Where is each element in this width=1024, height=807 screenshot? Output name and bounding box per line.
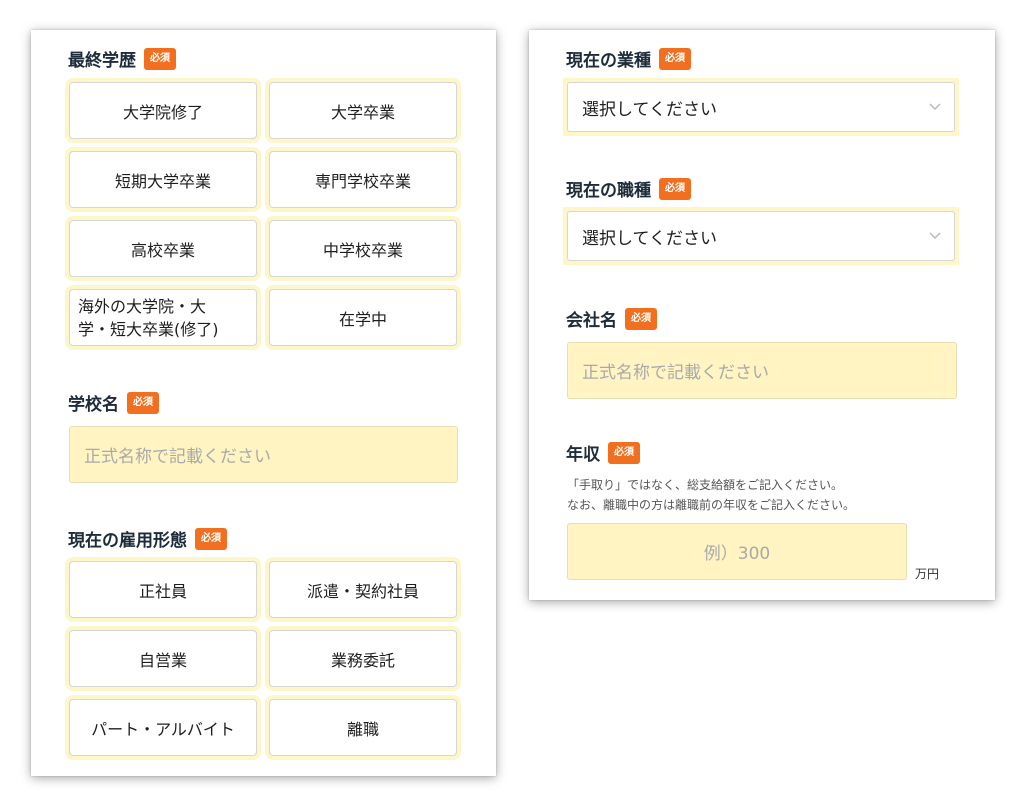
occupation-select[interactable]: 選択してください [567, 211, 955, 261]
education-option-university[interactable]: 大学卒業 [269, 82, 457, 139]
income-unit-label: 万円 [915, 567, 940, 581]
income-note-line2: なお、離職中の方は離職前の年収をご記入ください。 [567, 498, 856, 512]
education-option-overseas[interactable]: 海外の大学院・大 学・短大卒業(修了) [69, 289, 257, 346]
education-option-enrolled[interactable]: 在学中 [269, 289, 457, 346]
education-option-vocational-school[interactable]: 専門学校卒業 [269, 151, 457, 208]
employment-label: 現在の雇用形態 [68, 531, 187, 551]
income-label-row: 年収 必須 [566, 440, 640, 465]
industry-label: 現在の業種 [566, 51, 651, 71]
industry-label-row: 現在の業種 必須 [566, 46, 691, 71]
required-badge: 必須 [195, 527, 227, 550]
industry-select-wrapper: 選択してください [563, 78, 959, 136]
employment-option-part-time[interactable]: パート・アルバイト [69, 699, 257, 756]
education-option-junior-college[interactable]: 短期大学卒業 [69, 151, 257, 208]
required-badge: 必須 [127, 391, 159, 414]
required-badge: 必須 [608, 441, 640, 464]
education-label-row: 最終学歴 必須 [68, 46, 176, 71]
education-option-high-school[interactable]: 高校卒業 [69, 220, 257, 277]
industry-select-value: 選択してください [582, 99, 717, 120]
employment-label-row: 現在の雇用形態 必須 [68, 526, 227, 551]
company-label-row: 会社名 必須 [566, 306, 657, 331]
employment-option-unemployed[interactable]: 離職 [269, 699, 457, 756]
occupation-select-value: 選択してください [582, 228, 717, 249]
employment-option-contract[interactable]: 派遣・契約社員 [269, 561, 457, 618]
employment-option-self-employed[interactable]: 自営業 [69, 630, 257, 687]
employment-option-freelance[interactable]: 業務委託 [269, 630, 457, 687]
required-badge: 必須 [625, 307, 657, 330]
left-form-panel: 最終学歴 必須 大学院修了 大学卒業 短期大学卒業 専門学校卒業 高校卒業 中学… [31, 30, 496, 776]
required-badge: 必須 [659, 177, 691, 200]
occupation-label: 現在の職種 [566, 181, 651, 201]
education-label: 最終学歴 [68, 51, 136, 71]
occupation-label-row: 現在の職種 必須 [566, 176, 691, 201]
company-label: 会社名 [566, 311, 617, 331]
chevron-down-icon [928, 229, 942, 243]
required-badge: 必須 [144, 47, 176, 70]
education-option-graduate-school[interactable]: 大学院修了 [69, 82, 257, 139]
income-label: 年収 [566, 445, 600, 465]
right-form-panel: 現在の業種 必須 選択してください 現在の職種 必須 選択してください 会社名 … [529, 30, 995, 600]
occupation-select-wrapper: 選択してください [563, 207, 959, 265]
annual-income-input[interactable]: 例）300 [567, 523, 907, 580]
required-badge: 必須 [659, 47, 691, 70]
company-name-input[interactable]: 正式名称で記載ください [567, 342, 957, 399]
employment-option-full-time[interactable]: 正社員 [69, 561, 257, 618]
school-name-input[interactable]: 正式名称で記載ください [69, 426, 458, 483]
education-option-junior-high-school[interactable]: 中学校卒業 [269, 220, 457, 277]
income-note-line1: 「手取り」ではなく、総支給額をご記入ください。 [567, 478, 844, 492]
industry-select[interactable]: 選択してください [567, 82, 955, 132]
school-label-row: 学校名 必須 [68, 390, 159, 415]
chevron-down-icon [928, 100, 942, 114]
school-label: 学校名 [68, 395, 119, 415]
